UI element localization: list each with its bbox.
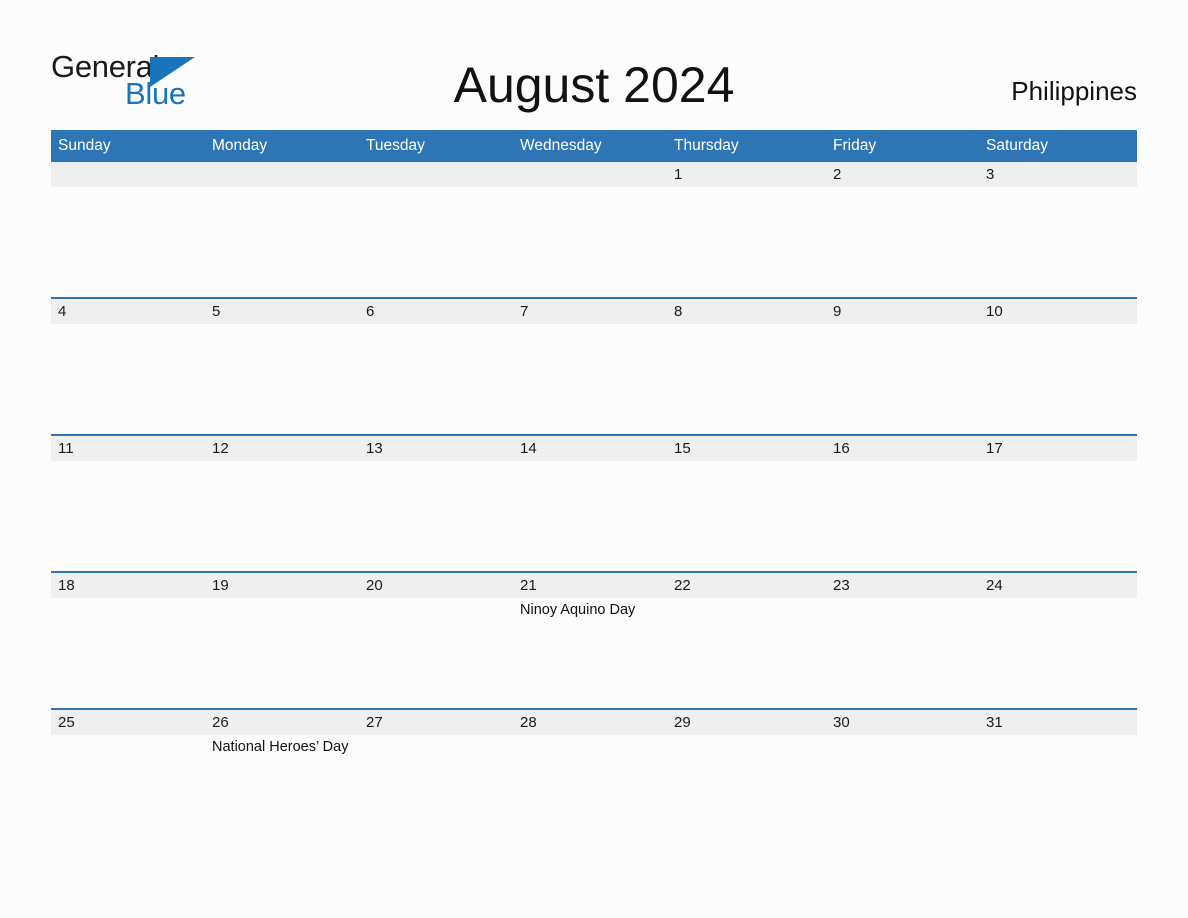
day-number[interactable]: 5 bbox=[205, 299, 359, 324]
day-event[interactable] bbox=[826, 461, 979, 571]
weekday-header-saturday: Saturday bbox=[986, 137, 1049, 154]
day-number[interactable]: 10 bbox=[979, 299, 1137, 324]
day-number[interactable]: 25 bbox=[51, 710, 205, 735]
day-event[interactable] bbox=[826, 324, 979, 434]
week-date-strip: 18 19 20 21 22 23 24 bbox=[51, 573, 1137, 598]
week-date-strip: 1 2 3 bbox=[51, 162, 1137, 187]
day-number[interactable]: 28 bbox=[513, 710, 667, 735]
day-event[interactable] bbox=[205, 187, 359, 297]
week-row: 25 26 27 28 29 30 31 National Heroes’ Da… bbox=[51, 708, 1137, 845]
calendar-grid: Sunday Monday Tuesday Wednesday Thursday… bbox=[51, 130, 1137, 845]
day-event[interactable] bbox=[667, 461, 826, 571]
week-body bbox=[51, 324, 1137, 434]
day-number[interactable]: 26 bbox=[205, 710, 359, 735]
day-number[interactable] bbox=[51, 162, 205, 187]
day-number[interactable] bbox=[205, 162, 359, 187]
week-row: 1 2 3 bbox=[51, 162, 1137, 297]
region-label: Philippines bbox=[1011, 76, 1137, 106]
week-date-strip: 4 5 6 7 8 9 10 bbox=[51, 299, 1137, 324]
week-row: 4 5 6 7 8 9 10 bbox=[51, 297, 1137, 434]
day-number[interactable]: 30 bbox=[826, 710, 979, 735]
day-number[interactable]: 23 bbox=[826, 573, 979, 598]
day-event[interactable] bbox=[51, 735, 205, 845]
day-number[interactable]: 13 bbox=[359, 436, 513, 461]
weekday-header-tuesday: Tuesday bbox=[366, 137, 425, 154]
day-event[interactable] bbox=[359, 324, 513, 434]
day-number[interactable]: 18 bbox=[51, 573, 205, 598]
weekday-header-wednesday: Wednesday bbox=[520, 137, 602, 154]
day-number[interactable]: 16 bbox=[826, 436, 979, 461]
day-event[interactable] bbox=[359, 598, 513, 708]
day-number[interactable]: 3 bbox=[979, 162, 1137, 187]
day-event[interactable] bbox=[667, 324, 826, 434]
calendar-page: General Blue August 2024 Philippines Sun… bbox=[0, 0, 1188, 918]
day-number[interactable]: 12 bbox=[205, 436, 359, 461]
day-number[interactable]: 21 bbox=[513, 573, 667, 598]
day-number[interactable]: 7 bbox=[513, 299, 667, 324]
day-number[interactable]: 14 bbox=[513, 436, 667, 461]
day-event[interactable]: Ninoy Aquino Day bbox=[513, 598, 667, 708]
week-body bbox=[51, 187, 1137, 297]
day-event[interactable] bbox=[51, 461, 205, 571]
day-event[interactable] bbox=[979, 324, 1137, 434]
day-event[interactable] bbox=[826, 735, 979, 845]
day-event[interactable] bbox=[359, 187, 513, 297]
day-event[interactable] bbox=[205, 461, 359, 571]
day-event[interactable] bbox=[979, 735, 1137, 845]
week-row: 18 19 20 21 22 23 24 Ninoy Aquino Day bbox=[51, 571, 1137, 708]
day-event[interactable]: National Heroes’ Day bbox=[205, 735, 359, 845]
day-event[interactable] bbox=[359, 735, 513, 845]
day-number[interactable]: 1 bbox=[667, 162, 826, 187]
day-event[interactable] bbox=[359, 461, 513, 571]
day-event[interactable] bbox=[667, 735, 826, 845]
day-event[interactable] bbox=[826, 598, 979, 708]
weekday-header-friday: Friday bbox=[833, 137, 877, 154]
week-date-strip: 25 26 27 28 29 30 31 bbox=[51, 710, 1137, 735]
week-body: Ninoy Aquino Day bbox=[51, 598, 1137, 708]
week-body bbox=[51, 461, 1137, 571]
day-event[interactable] bbox=[979, 461, 1137, 571]
weekday-header-sunday: Sunday bbox=[58, 137, 111, 154]
week-body: National Heroes’ Day bbox=[51, 735, 1137, 845]
day-number[interactable]: 20 bbox=[359, 573, 513, 598]
weekday-header-monday: Monday bbox=[212, 137, 268, 154]
day-number[interactable]: 6 bbox=[359, 299, 513, 324]
day-event[interactable] bbox=[205, 598, 359, 708]
day-number[interactable]: 24 bbox=[979, 573, 1137, 598]
weekday-header-thursday: Thursday bbox=[674, 137, 739, 154]
day-event[interactable] bbox=[513, 187, 667, 297]
week-row: 11 12 13 14 15 16 17 bbox=[51, 434, 1137, 571]
day-number[interactable]: 9 bbox=[826, 299, 979, 324]
day-number[interactable]: 2 bbox=[826, 162, 979, 187]
day-event[interactable] bbox=[205, 324, 359, 434]
day-event[interactable] bbox=[667, 598, 826, 708]
day-number[interactable]: 29 bbox=[667, 710, 826, 735]
page-header: General Blue August 2024 Philippines bbox=[0, 0, 1188, 130]
day-event[interactable] bbox=[826, 187, 979, 297]
day-event[interactable] bbox=[513, 324, 667, 434]
day-event[interactable] bbox=[51, 324, 205, 434]
day-number[interactable]: 19 bbox=[205, 573, 359, 598]
day-event[interactable] bbox=[513, 735, 667, 845]
day-number[interactable]: 11 bbox=[51, 436, 205, 461]
day-number[interactable]: 15 bbox=[667, 436, 826, 461]
day-number[interactable]: 8 bbox=[667, 299, 826, 324]
page-title: August 2024 bbox=[453, 57, 735, 113]
day-event[interactable] bbox=[979, 598, 1137, 708]
day-number[interactable] bbox=[513, 162, 667, 187]
day-number[interactable]: 17 bbox=[979, 436, 1137, 461]
week-date-strip: 11 12 13 14 15 16 17 bbox=[51, 436, 1137, 461]
weekday-header-row: Sunday Monday Tuesday Wednesday Thursday… bbox=[51, 130, 1137, 162]
day-number[interactable]: 22 bbox=[667, 573, 826, 598]
day-event[interactable] bbox=[51, 598, 205, 708]
day-event[interactable] bbox=[513, 461, 667, 571]
day-event[interactable] bbox=[979, 187, 1137, 297]
day-event[interactable] bbox=[51, 187, 205, 297]
day-number[interactable] bbox=[359, 162, 513, 187]
day-number[interactable]: 31 bbox=[979, 710, 1137, 735]
day-number[interactable]: 4 bbox=[51, 299, 205, 324]
day-event[interactable] bbox=[667, 187, 826, 297]
day-number[interactable]: 27 bbox=[359, 710, 513, 735]
